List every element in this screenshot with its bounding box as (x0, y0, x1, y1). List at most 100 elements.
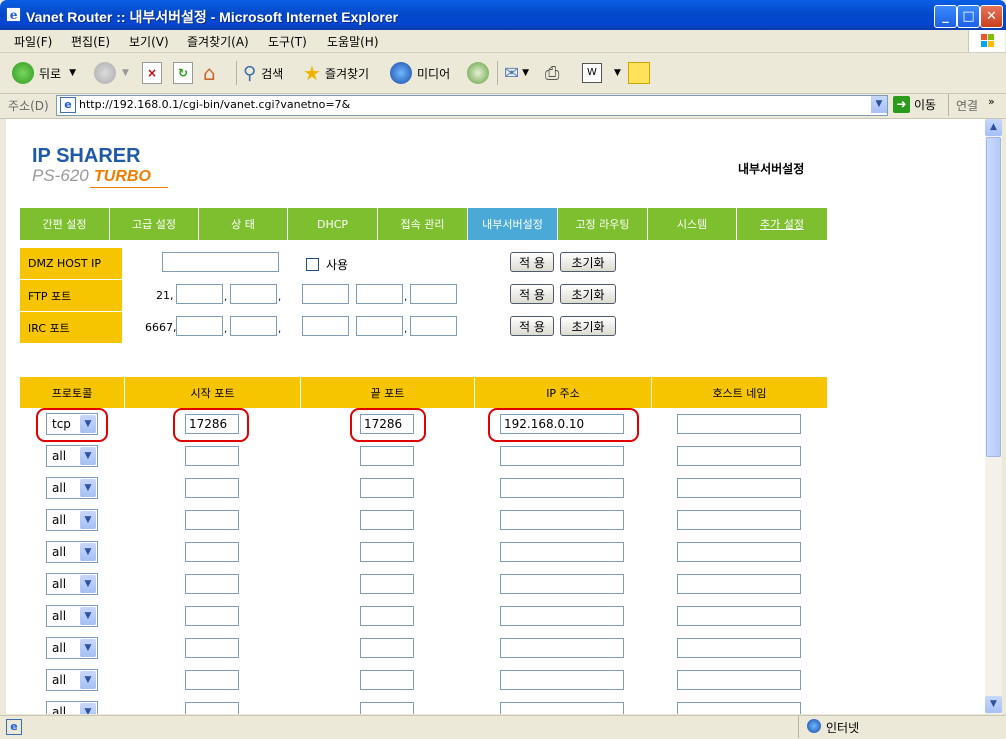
start-input[interactable] (185, 478, 239, 498)
start-input[interactable] (185, 638, 239, 658)
note-button[interactable] (628, 61, 650, 85)
dmz-ip-input[interactable] (162, 252, 279, 272)
forward-button[interactable]: ▼ (94, 61, 129, 85)
menu-tools[interactable]: 도구(T) (268, 33, 307, 50)
tab-5[interactable]: 내부서버설정 (468, 208, 558, 240)
scroll-up-icon[interactable]: ▲ (985, 119, 1002, 136)
host-input[interactable] (677, 702, 801, 714)
host-input[interactable] (677, 542, 801, 562)
protocol-select[interactable]: all ▼ (46, 669, 98, 691)
end-input[interactable] (360, 542, 414, 562)
protocol-select[interactable]: all ▼ (46, 605, 98, 627)
ftp-port-input-1[interactable] (176, 284, 223, 304)
protocol-select[interactable]: all ▼ (46, 541, 98, 563)
host-input[interactable] (677, 574, 801, 594)
links-label[interactable]: 연결 (956, 97, 978, 114)
favorites-button[interactable]: ★ 즐겨찾기 (303, 61, 369, 85)
host-input[interactable] (677, 606, 801, 626)
end-input[interactable] (360, 638, 414, 658)
host-input[interactable] (677, 638, 801, 658)
search-button[interactable]: ⚲ 검색 (243, 61, 283, 85)
tab-1[interactable]: 고급 설정 (110, 208, 199, 240)
end-input[interactable] (360, 606, 414, 626)
irc-port-input-1[interactable] (176, 316, 223, 336)
menu-favorites[interactable]: 즐겨찾기(A) (187, 33, 249, 50)
end-input[interactable] (360, 702, 414, 714)
tab-3[interactable]: DHCP (288, 208, 378, 240)
end-input[interactable] (360, 574, 414, 594)
start-input[interactable] (185, 670, 239, 690)
irc-port-input-2[interactable] (230, 316, 277, 336)
print-button[interactable]: ⎙ (545, 61, 559, 85)
ftp-port-input-5[interactable] (410, 284, 457, 304)
tab-7[interactable]: 시스템 (648, 208, 737, 240)
host-input[interactable] (677, 414, 801, 434)
back-button[interactable]: 뒤로 ▼ (12, 61, 76, 85)
ip-input[interactable] (500, 446, 624, 466)
start-input[interactable] (185, 510, 239, 530)
ftp-reset-button[interactable]: 초기화 (560, 284, 616, 304)
protocol-select[interactable]: all ▼ (46, 701, 98, 714)
address-dropdown-icon[interactable]: ▼ (871, 96, 887, 113)
menu-edit[interactable]: 편집(E) (71, 33, 110, 50)
ftp-port-input-2[interactable] (230, 284, 277, 304)
ip-input[interactable] (500, 574, 624, 594)
host-input[interactable] (677, 670, 801, 690)
scroll-down-icon[interactable]: ▼ (985, 696, 1002, 713)
media-button[interactable]: 미디어 (390, 61, 450, 85)
irc-port-input-3[interactable] (302, 316, 349, 336)
end-input[interactable] (360, 510, 414, 530)
end-input[interactable] (360, 478, 414, 498)
dmz-use-checkbox[interactable] (306, 258, 319, 271)
protocol-select[interactable]: all ▼ (46, 477, 98, 499)
home-button[interactable]: ⌂ (203, 61, 216, 85)
protocol-select[interactable]: all ▼ (46, 573, 98, 595)
end-input[interactable] (360, 446, 414, 466)
protocol-select[interactable]: all ▼ (46, 445, 98, 467)
ftp-port-input-4[interactable] (356, 284, 403, 304)
ip-input[interactable] (500, 638, 624, 658)
start-input[interactable] (185, 446, 239, 466)
maximize-button[interactable]: □ (957, 5, 980, 28)
host-input[interactable] (677, 446, 801, 466)
menu-help[interactable]: 도움말(H) (327, 33, 379, 50)
protocol-select[interactable]: all ▼ (46, 509, 98, 531)
start-input[interactable] (185, 606, 239, 626)
history-button[interactable] (467, 61, 489, 85)
close-button[interactable]: ✕ (980, 5, 1003, 28)
address-input[interactable]: e http://192.168.0.1/cgi-bin/vanet.cgi?v… (56, 95, 888, 116)
tab-8[interactable]: 추가 설정 (737, 208, 827, 240)
irc-apply-button[interactable]: 적 용 (510, 316, 554, 336)
tab-4[interactable]: 접속 관리 (378, 208, 468, 240)
start-input[interactable] (185, 574, 239, 594)
tab-0[interactable]: 간편 설정 (20, 208, 110, 240)
minimize-button[interactable]: _ (934, 5, 957, 28)
dmz-apply-button[interactable]: 적 용 (510, 252, 554, 272)
ip-input[interactable] (500, 606, 624, 626)
ip-input[interactable] (500, 670, 624, 690)
menu-view[interactable]: 보기(V) (129, 33, 169, 50)
mail-button[interactable]: ✉ ▼ (504, 61, 529, 85)
menu-file[interactable]: 파일(F) (14, 33, 52, 50)
start-input[interactable] (185, 702, 239, 714)
start-input[interactable] (185, 542, 239, 562)
stop-button[interactable]: × (142, 61, 162, 85)
window-title-bar[interactable]: e Vanet Router :: 내부서버설정 - Microsoft Int… (0, 0, 1006, 30)
go-button[interactable]: ➜ 이동 (893, 96, 936, 113)
ip-input[interactable] (500, 478, 624, 498)
host-input[interactable] (677, 510, 801, 530)
protocol-select[interactable]: all ▼ (46, 637, 98, 659)
ftp-port-input-3[interactable] (302, 284, 349, 304)
host-input[interactable] (677, 478, 801, 498)
edit-button[interactable]: W ▼ (582, 61, 621, 85)
refresh-button[interactable]: ↻ (173, 61, 193, 85)
links-chevron-icon[interactable]: » (988, 95, 995, 108)
irc-port-input-5[interactable] (410, 316, 457, 336)
scroll-thumb[interactable] (986, 137, 1001, 457)
tab-2[interactable]: 상 태 (199, 208, 288, 240)
dmz-reset-button[interactable]: 초기화 (560, 252, 616, 272)
ip-input[interactable] (500, 542, 624, 562)
irc-reset-button[interactable]: 초기화 (560, 316, 616, 336)
end-input[interactable] (360, 670, 414, 690)
irc-port-input-4[interactable] (356, 316, 403, 336)
